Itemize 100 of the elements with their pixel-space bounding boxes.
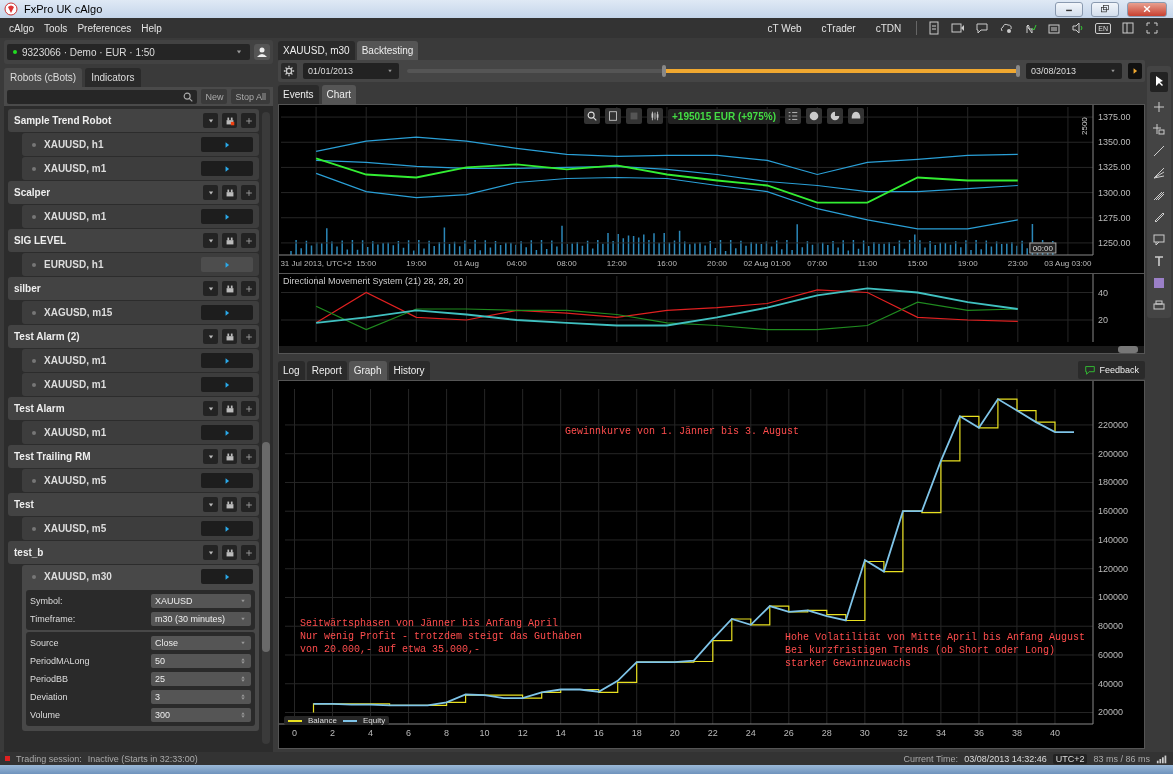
instance-row[interactable]: XAUUSD, m30 [22, 565, 259, 588]
account-button[interactable] [254, 44, 270, 60]
result-tab[interactable]: Log [278, 361, 305, 380]
parameter-select[interactable]: m30 (30 minutes) [151, 612, 251, 626]
result-tab[interactable]: Graph [348, 361, 387, 380]
sidebar-tab[interactable]: Indicators [85, 68, 141, 87]
instance-row[interactable]: XAUUSD, m1 [22, 157, 259, 180]
list-button[interactable] [784, 108, 801, 124]
sidebar-tab[interactable]: Robots (cBots) [4, 68, 83, 87]
account-select[interactable]: 9323066 · Demo · EUR · 1:50 [7, 44, 250, 60]
start-button[interactable] [201, 161, 253, 176]
crosshair-box-icon[interactable] [1152, 122, 1166, 136]
document-button[interactable] [605, 108, 621, 124]
view-tab[interactable]: Chart [321, 85, 357, 104]
instance-row[interactable]: XAUUSD, h1 [22, 133, 259, 156]
start-button[interactable] [201, 137, 253, 152]
helmet-button[interactable] [847, 108, 864, 124]
square-button[interactable] [626, 108, 642, 124]
fullscreen-icon[interactable] [1145, 21, 1159, 35]
comment-icon[interactable] [1152, 232, 1166, 246]
settings-button[interactable] [281, 63, 297, 79]
robot-button[interactable] [222, 401, 237, 416]
start-button[interactable] [201, 569, 253, 584]
zoom-button[interactable] [584, 108, 600, 124]
instance-row[interactable]: XAUUSD, m1 [22, 349, 259, 372]
robot-row[interactable]: test_b [8, 541, 259, 564]
maximize-button[interactable] [1091, 1, 1119, 17]
robot-button[interactable] [222, 497, 237, 512]
robot-button[interactable] [222, 281, 237, 296]
close-button[interactable] [1127, 1, 1167, 17]
menu-item[interactable]: cAlgo [4, 19, 39, 37]
start-button[interactable] [201, 377, 253, 392]
document-icon[interactable] [927, 21, 942, 35]
feedback-button[interactable]: Feedback [1078, 361, 1145, 379]
video-camera-icon[interactable] [951, 21, 966, 35]
robot-row[interactable]: SIG LEVEL [8, 229, 259, 252]
robot-row[interactable]: Sample Trend Robot [8, 109, 259, 132]
robot-row[interactable]: Test Alarm (2) [8, 325, 259, 348]
robot-button[interactable] [222, 449, 237, 464]
instance-row[interactable]: XAUUSD, m5 [22, 469, 259, 492]
start-button[interactable] [201, 353, 253, 368]
speech-bubble-icon[interactable] [975, 21, 990, 35]
start-button[interactable] [201, 521, 253, 536]
color-swatch[interactable] [1152, 276, 1166, 290]
menu-item[interactable]: Tools [39, 19, 73, 37]
robot-button[interactable] [222, 233, 237, 248]
view-tab[interactable]: Events [278, 85, 319, 104]
start-date-select[interactable]: 01/01/2013 [303, 63, 399, 79]
start-button[interactable] [201, 209, 253, 224]
circle-button[interactable] [805, 108, 822, 124]
robot-row[interactable]: Test Alarm [8, 397, 259, 420]
parameter-select[interactable]: Close [151, 636, 251, 650]
number-field[interactable]: 3 [151, 690, 251, 704]
timezone-select[interactable]: UTC+2 [1052, 753, 1088, 764]
number-field[interactable]: 25 [151, 672, 251, 686]
date-range-slider[interactable] [405, 65, 1020, 77]
number-field[interactable]: 300 [151, 708, 251, 722]
crosshair-icon[interactable] [1152, 100, 1166, 114]
start-button[interactable] [201, 473, 253, 488]
start-button[interactable] [201, 305, 253, 320]
parameter-select[interactable]: XAUUSD [151, 594, 251, 608]
header-link[interactable]: cTrader [816, 19, 861, 37]
panel-layout-icon[interactable] [1121, 21, 1135, 35]
robot-button[interactable] [222, 113, 237, 128]
fan-lines-icon[interactable] [1152, 166, 1166, 180]
horizontal-scrollbar[interactable] [279, 346, 1144, 353]
number-field[interactable]: 50 [151, 654, 251, 668]
robot-button[interactable] [222, 185, 237, 200]
speaker-icon[interactable] [1071, 21, 1086, 35]
instance-row[interactable]: XAGUSD, m15 [22, 301, 259, 324]
robot-row[interactable]: Test [8, 493, 259, 516]
slider-handle[interactable] [661, 65, 666, 77]
robot-row[interactable]: Test Trailing RM [8, 445, 259, 468]
end-date-select[interactable]: 03/08/2013 [1026, 63, 1122, 79]
instance-row[interactable]: XAUUSD, m1 [22, 421, 259, 444]
slider-handle[interactable] [1016, 65, 1020, 77]
instance-row[interactable]: XAUUSD, m1 [22, 205, 259, 228]
pie-button[interactable] [826, 108, 843, 124]
pencil-icon[interactable] [1152, 210, 1166, 224]
search-field[interactable] [7, 89, 198, 104]
document-tab[interactable]: XAUUSD, m30 [278, 41, 355, 60]
header-link[interactable]: cT Web [762, 19, 807, 37]
diagonal-line-icon[interactable] [1152, 144, 1166, 158]
run-button[interactable] [1128, 63, 1142, 79]
result-tab[interactable]: History [388, 361, 430, 380]
result-tab[interactable]: Report [306, 361, 347, 380]
instance-row[interactable]: XAUUSD, m1 [22, 373, 259, 396]
scrollbar[interactable] [262, 112, 270, 744]
start-button[interactable] [201, 425, 253, 440]
header-link[interactable]: cTDN [870, 19, 907, 37]
text-tool-icon[interactable] [1152, 254, 1166, 268]
robot-button[interactable] [222, 329, 237, 344]
menu-item[interactable]: Preferences [72, 19, 137, 37]
menu-item[interactable]: Help [136, 19, 167, 37]
robot-row[interactable]: Scalper [8, 181, 259, 204]
robot-button[interactable] [222, 545, 237, 560]
robot-row[interactable]: silber [8, 277, 259, 300]
printer-icon[interactable] [1152, 298, 1166, 312]
document-tab[interactable]: Backtesting [356, 41, 419, 60]
candlestick-button[interactable] [647, 108, 663, 124]
